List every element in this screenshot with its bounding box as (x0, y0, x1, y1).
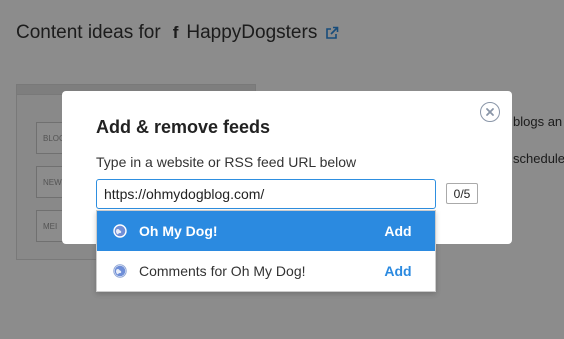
url-field-label: Type in a website or RSS feed URL below (96, 154, 357, 170)
suggestion-name: Oh My Dog! (139, 223, 218, 239)
modal-title: Add & remove feeds (96, 117, 271, 137)
feed-url-input[interactable] (96, 179, 436, 209)
globe-icon (113, 224, 127, 238)
feed-counter: 0/5 (446, 183, 478, 204)
add-feed-button[interactable]: Add (377, 223, 419, 239)
add-feed-button[interactable]: Add (377, 263, 419, 279)
suggestion-item[interactable]: Oh My Dog! Add (97, 211, 435, 251)
close-icon[interactable] (480, 102, 500, 122)
suggestion-item[interactable]: Comments for Oh My Dog! Add (97, 251, 435, 291)
suggestion-name: Comments for Oh My Dog! (139, 263, 306, 279)
globe-icon (113, 264, 127, 278)
feed-suggestions-dropdown: Oh My Dog! Add Comments for Oh My Dog! A… (96, 210, 436, 292)
